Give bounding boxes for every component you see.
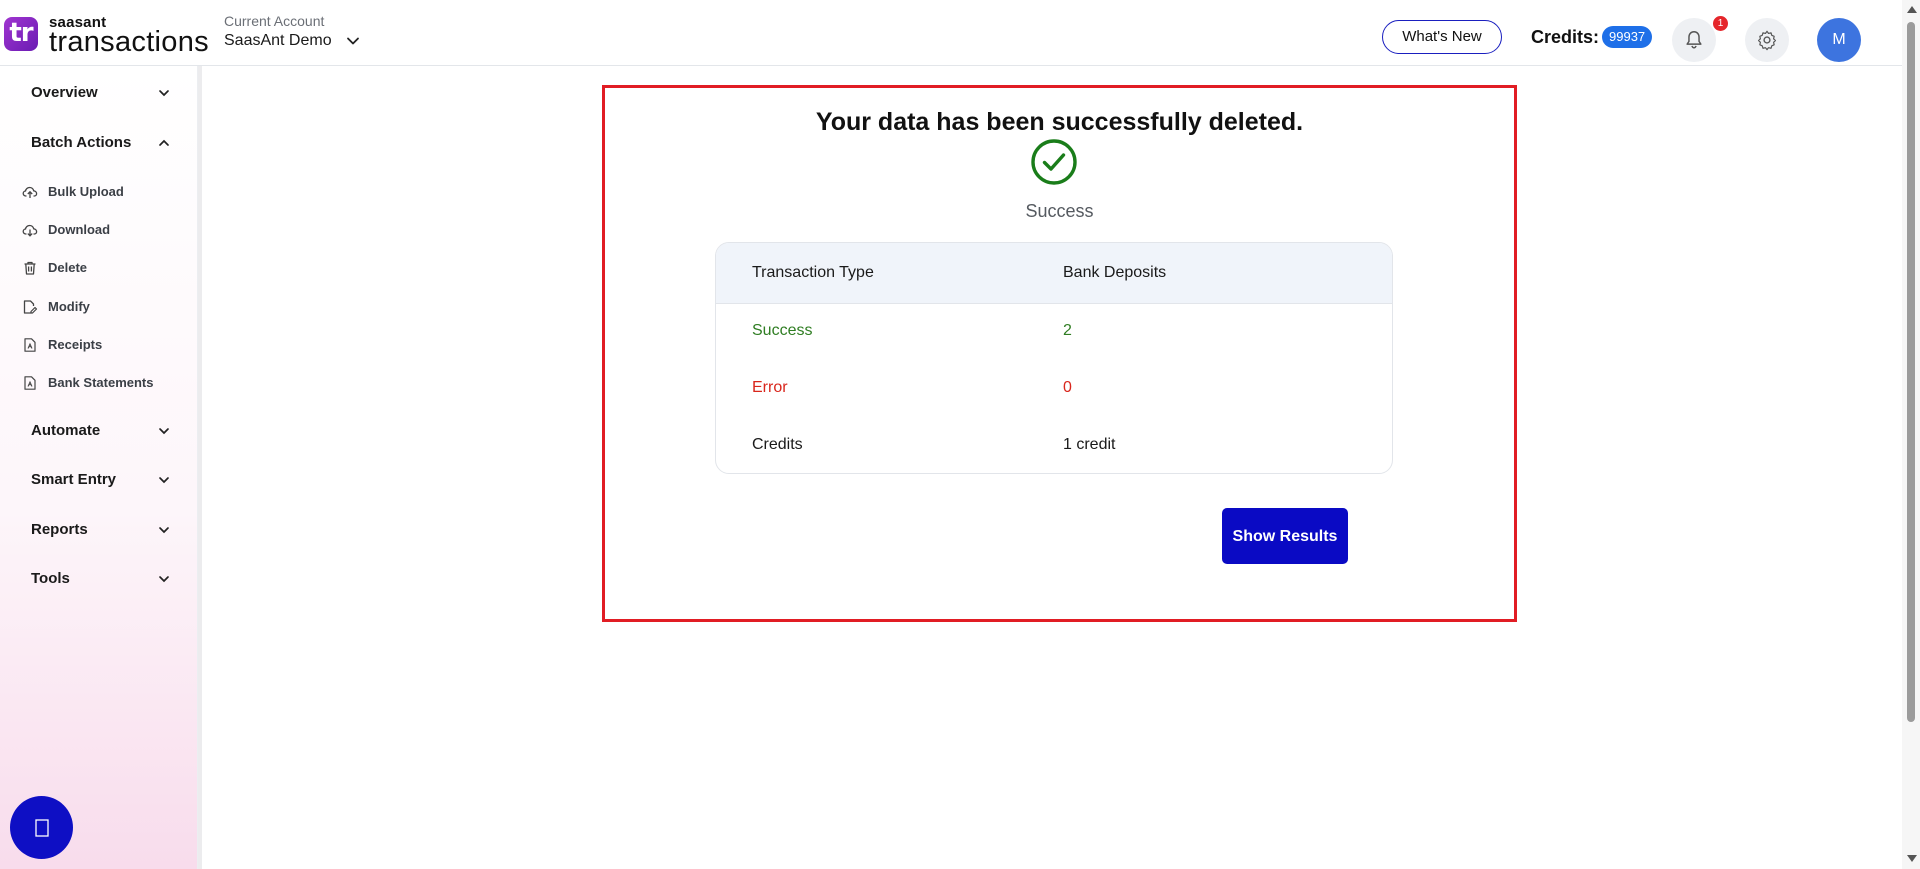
chevron-down-icon[interactable]: [345, 33, 361, 49]
statement-file-icon: [24, 376, 36, 390]
sidebar: Overview Batch Actions Bulk Upload Downl…: [0, 66, 198, 869]
delete-result-panel: Your data has been successfully deleted.…: [602, 85, 1517, 622]
sidebar-item-delete[interactable]: Delete: [22, 259, 192, 279]
user-avatar[interactable]: M: [1817, 18, 1861, 62]
chevron-down-icon: [159, 428, 169, 435]
row-value-success: 2: [1063, 322, 1072, 339]
chevron-up-icon: [159, 139, 169, 146]
sidebar-item-label: Receipts: [48, 337, 103, 352]
scrollbar-thumb[interactable]: [1907, 22, 1915, 722]
row-value-credits: 1 credit: [1063, 436, 1116, 453]
status-caption: Success: [1025, 201, 1094, 221]
account-selector[interactable]: SaasAnt Demo: [224, 32, 332, 50]
result-summary-table: Transaction Type Bank Deposits Success 2…: [715, 242, 1393, 474]
gear-icon: [1757, 30, 1777, 51]
sidebar-item-label: Bulk Upload: [48, 184, 124, 199]
settings-button[interactable]: [1745, 18, 1789, 62]
whats-new-button[interactable]: What's New: [1382, 20, 1502, 54]
sidebar-section-automate[interactable]: Automate: [31, 422, 171, 442]
receipt-file-icon: [24, 338, 36, 352]
sidebar-section-label: Overview: [31, 84, 98, 101]
row-label-success: Success: [752, 322, 813, 339]
table-row: Credits 1 credit: [716, 417, 1392, 473]
scroll-up-arrow-icon[interactable]: [1907, 6, 1917, 13]
chevron-down-icon: [159, 576, 169, 583]
sidebar-section-tools[interactable]: Tools: [31, 570, 171, 590]
sidebar-item-label: Bank Statements: [48, 375, 154, 390]
row-label-credits: Credits: [752, 436, 803, 453]
table-row: Error 0: [716, 360, 1392, 417]
cloud-download-icon: [22, 224, 38, 237]
brand-name[interactable]: transactions: [49, 26, 209, 59]
sidebar-item-receipts[interactable]: Receipts: [22, 336, 192, 356]
column-header-bank-deposits: Bank Deposits: [1063, 264, 1167, 281]
sidebar-section-label: Reports: [31, 521, 88, 538]
sidebar-section-label: Batch Actions: [31, 134, 132, 151]
show-results-button[interactable]: Show Results: [1222, 508, 1348, 564]
check-circle-icon: [1031, 139, 1077, 185]
bell-icon: [1686, 31, 1702, 49]
sidebar-section-label: Smart Entry: [31, 471, 117, 488]
current-account-label: Current Account: [224, 13, 325, 29]
column-header-transaction-type: Transaction Type: [752, 264, 874, 281]
sidebar-section-reports[interactable]: Reports: [31, 521, 171, 541]
edit-file-icon: [23, 300, 38, 314]
table-header-row: Transaction Type Bank Deposits: [716, 243, 1392, 304]
sidebar-item-modify[interactable]: Modify: [22, 298, 192, 318]
scroll-down-arrow-icon[interactable]: [1907, 855, 1917, 862]
sidebar-section-label: Automate: [31, 422, 101, 439]
page-scrollbar[interactable]: [1902, 0, 1920, 869]
sidebar-item-bulk-upload[interactable]: Bulk Upload: [22, 183, 192, 203]
sidebar-divider: [198, 66, 202, 869]
brand-logo-icon[interactable]: tr: [4, 17, 38, 51]
chevron-down-icon: [159, 477, 169, 484]
cloud-upload-icon: [22, 186, 38, 198]
trash-icon: [24, 261, 36, 275]
chevron-down-icon: [159, 527, 169, 534]
row-value-error: 0: [1063, 379, 1072, 396]
chat-button[interactable]: [10, 796, 73, 859]
sidebar-section-batch-actions[interactable]: Batch Actions: [31, 134, 171, 154]
chat-icon: [34, 818, 49, 837]
credits-badge: 99937: [1602, 26, 1653, 48]
credits-label: Credits:: [1531, 27, 1600, 47]
chevron-down-icon: [159, 90, 169, 97]
sidebar-section-smart-entry[interactable]: Smart Entry: [31, 471, 171, 491]
top-header: tr saasant transactions Current Account …: [0, 0, 1902, 66]
sidebar-item-label: Delete: [48, 260, 88, 275]
notifications-button[interactable]: [1672, 18, 1716, 62]
sidebar-section-label: Tools: [31, 570, 70, 587]
result-title: Your data has been successfully deleted.: [815, 108, 1304, 136]
sidebar-item-bank-statements[interactable]: Bank Statements: [22, 374, 192, 394]
notification-count-badge: 1: [1713, 16, 1728, 31]
sidebar-item-label: Modify: [48, 299, 90, 314]
sidebar-item-download[interactable]: Download: [22, 221, 192, 241]
row-label-error: Error: [752, 379, 788, 396]
sidebar-section-overview[interactable]: Overview: [31, 84, 171, 104]
sidebar-item-label: Download: [48, 222, 111, 237]
table-row: Success 2: [716, 303, 1392, 360]
